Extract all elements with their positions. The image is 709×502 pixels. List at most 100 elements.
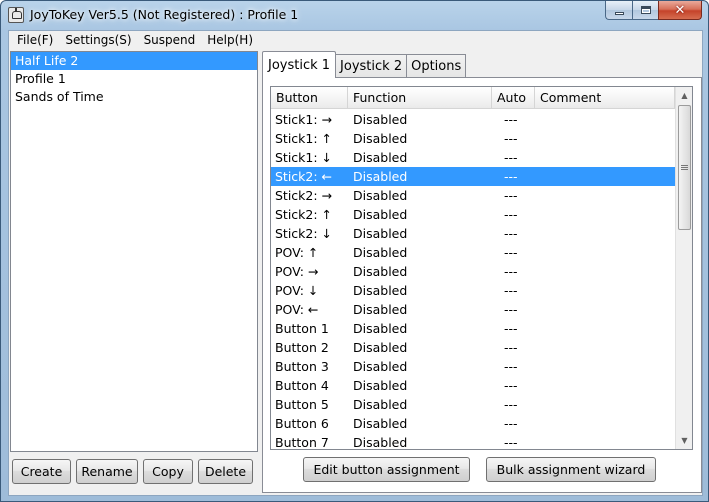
row-auto-cell: ---: [504, 378, 518, 393]
row-function-cell: Disabled: [353, 245, 408, 260]
menu-settings[interactable]: Settings(S): [59, 31, 137, 49]
row-button-cell: Stick1: ↓: [275, 150, 333, 165]
column-header-function[interactable]: Function: [348, 87, 492, 109]
column-header-comment[interactable]: Comment: [535, 87, 675, 109]
table-row[interactable]: Stick1: ↑ Disabled ---: [271, 129, 675, 148]
close-icon: ✕: [674, 2, 686, 18]
row-function-cell: Disabled: [353, 416, 408, 431]
window-title: JoyToKey Ver5.5 (Not Registered) : Profi…: [30, 7, 299, 22]
row-button-cell: Stick1: →: [275, 112, 333, 127]
row-button-cell: Button 6: [275, 416, 329, 431]
maximize-icon: [640, 6, 651, 14]
profile-item-half-life-2[interactable]: Half Life 2: [11, 52, 257, 70]
row-function-cell: Disabled: [353, 302, 408, 317]
tab-options[interactable]: Options: [406, 54, 467, 78]
vertical-scrollbar[interactable]: ▲ ▼: [675, 87, 692, 449]
close-button[interactable]: ✕: [658, 1, 702, 20]
table-row[interactable]: Button 7 Disabled ---: [271, 433, 675, 450]
rename-button[interactable]: Rename: [76, 459, 138, 484]
row-function-cell: Disabled: [353, 359, 408, 374]
menu-file[interactable]: File(F): [11, 31, 59, 49]
table-row[interactable]: POV: → Disabled ---: [271, 262, 675, 281]
joystick-app-icon[interactable]: [8, 7, 24, 23]
edit-button-assignment-button[interactable]: Edit button assignment: [303, 457, 470, 482]
row-function-cell: Disabled: [353, 264, 408, 279]
table-row[interactable]: Button 1 Disabled ---: [271, 319, 675, 338]
row-function-cell: Disabled: [353, 435, 408, 450]
table-row[interactable]: Button 4 Disabled ---: [271, 376, 675, 395]
scroll-up-arrow-icon[interactable]: ▲: [676, 87, 692, 104]
row-button-cell: POV: ↓: [275, 283, 319, 298]
row-auto-cell: ---: [504, 112, 518, 127]
table-row[interactable]: Button 2 Disabled ---: [271, 338, 675, 357]
row-button-cell: Button 1: [275, 321, 329, 336]
row-auto-cell: ---: [504, 340, 518, 355]
app-window: JoyToKey Ver5.5 (Not Registered) : Profi…: [0, 0, 709, 502]
scroll-thumb[interactable]: [678, 105, 691, 230]
column-header-auto[interactable]: Auto: [492, 87, 535, 109]
row-auto-cell: ---: [504, 150, 518, 165]
row-function-cell: Disabled: [353, 226, 408, 241]
row-button-cell: Stick2: ←: [275, 169, 333, 184]
profile-item-profile-1[interactable]: Profile 1: [11, 70, 257, 88]
table-row[interactable]: Stick1: ↓ Disabled ---: [271, 148, 675, 167]
minimize-icon: [614, 11, 624, 15]
menu-help[interactable]: Help(H): [201, 31, 259, 49]
client-area: File(F) Settings(S) Suspend Help(H) Half…: [8, 30, 703, 496]
profile-list[interactable]: Half Life 2 Profile 1 Sands of Time: [10, 51, 258, 452]
row-auto-cell: ---: [504, 169, 518, 184]
table-row[interactable]: POV: ↑ Disabled ---: [271, 243, 675, 262]
row-button-cell: Button 2: [275, 340, 329, 355]
table-row[interactable]: Button 6 Disabled ---: [271, 414, 675, 433]
scroll-down-arrow-icon[interactable]: ▼: [676, 432, 692, 449]
row-function-cell: Disabled: [353, 283, 408, 298]
row-button-cell: Button 5: [275, 397, 329, 412]
table-row[interactable]: Stick2: ↑ Disabled ---: [271, 205, 675, 224]
row-button-cell: Stick2: ↓: [275, 226, 333, 241]
delete-button[interactable]: Delete: [198, 459, 253, 484]
create-button[interactable]: Create: [12, 459, 71, 484]
table-row[interactable]: Button 3 Disabled ---: [271, 357, 675, 376]
row-function-cell: Disabled: [353, 340, 408, 355]
row-button-cell: Stick2: ↑: [275, 207, 333, 222]
copy-button[interactable]: Copy: [143, 459, 193, 484]
table-row[interactable]: POV: ← Disabled ---: [271, 300, 675, 319]
row-function-cell: Disabled: [353, 378, 408, 393]
column-header-button[interactable]: Button: [271, 87, 348, 109]
row-auto-cell: ---: [504, 435, 518, 450]
row-button-cell: Button 4: [275, 378, 329, 393]
table-row[interactable]: Stick2: → Disabled ---: [271, 186, 675, 205]
row-auto-cell: ---: [504, 321, 518, 336]
row-auto-cell: ---: [504, 131, 518, 146]
tab-joystick-2[interactable]: Joystick 2: [335, 54, 408, 78]
row-function-cell: Disabled: [353, 131, 408, 146]
assignment-buttons: Edit button assignment Bulk assignment w…: [303, 457, 656, 483]
tab-joystick-1[interactable]: Joystick 1: [262, 51, 337, 78]
menu-suspend[interactable]: Suspend: [138, 31, 202, 49]
row-auto-cell: ---: [504, 226, 518, 241]
table-row[interactable]: Stick1: → Disabled ---: [271, 110, 675, 129]
list-header: Button Function Auto Comment: [271, 87, 675, 109]
table-row[interactable]: Stick2: ← Disabled ---: [271, 167, 675, 186]
row-button-cell: Button 3: [275, 359, 329, 374]
row-auto-cell: ---: [504, 416, 518, 431]
minimize-button[interactable]: [605, 1, 632, 20]
row-auto-cell: ---: [504, 283, 518, 298]
row-function-cell: Disabled: [353, 112, 408, 127]
joystick-tabs: Joystick 1 Joystick 2 Options: [262, 51, 467, 78]
row-button-cell: POV: →: [275, 264, 319, 279]
table-row[interactable]: POV: ↓ Disabled ---: [271, 281, 675, 300]
title-bar[interactable]: JoyToKey Ver5.5 (Not Registered) : Profi…: [1, 1, 708, 29]
row-function-cell: Disabled: [353, 321, 408, 336]
button-assignment-list[interactable]: Button Function Auto Comment Stick1: → Di…: [270, 86, 693, 450]
profile-item-sands-of-time[interactable]: Sands of Time: [11, 88, 257, 106]
row-function-cell: Disabled: [353, 188, 408, 203]
table-row[interactable]: Stick2: ↓ Disabled ---: [271, 224, 675, 243]
row-function-cell: Disabled: [353, 397, 408, 412]
window-controls: ✕: [605, 1, 702, 20]
table-row[interactable]: Button 5 Disabled ---: [271, 395, 675, 414]
menu-bar: File(F) Settings(S) Suspend Help(H): [9, 31, 702, 49]
bulk-assignment-wizard-button[interactable]: Bulk assignment wizard: [486, 457, 656, 482]
row-function-cell: Disabled: [353, 207, 408, 222]
maximize-button[interactable]: [632, 1, 658, 20]
